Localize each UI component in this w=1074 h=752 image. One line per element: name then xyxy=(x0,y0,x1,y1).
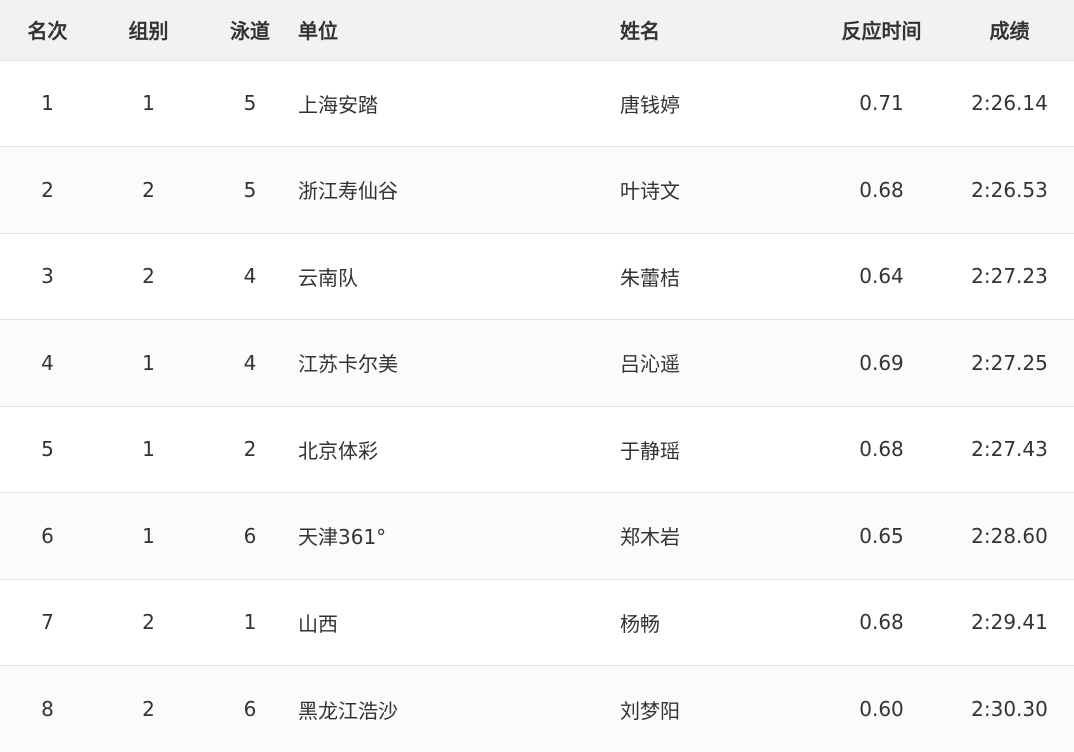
header-row: 名次 组别 泳道 单位 姓名 反应时间 成绩 xyxy=(0,0,1074,60)
cell-group: 2 xyxy=(95,233,202,320)
cell-reaction: 0.64 xyxy=(818,233,945,320)
cell-lane: 6 xyxy=(202,493,298,580)
header-unit: 单位 xyxy=(298,0,620,60)
cell-lane: 4 xyxy=(202,233,298,320)
table-row: 7 2 1 山西 杨畅 0.68 2:29.41 xyxy=(0,579,1074,666)
cell-result: 2:27.43 xyxy=(945,406,1074,493)
table-header: 名次 组别 泳道 单位 姓名 反应时间 成绩 xyxy=(0,0,1074,60)
table-row: 3 2 4 云南队 朱蕾桔 0.64 2:27.23 xyxy=(0,233,1074,320)
cell-name: 刘梦阳 xyxy=(620,666,818,752)
cell-result: 2:27.23 xyxy=(945,233,1074,320)
cell-rank: 2 xyxy=(0,147,95,234)
table-row: 4 1 4 江苏卡尔美 吕沁遥 0.69 2:27.25 xyxy=(0,320,1074,407)
cell-lane: 2 xyxy=(202,406,298,493)
header-group: 组别 xyxy=(95,0,202,60)
cell-name: 于静瑶 xyxy=(620,406,818,493)
cell-unit: 天津361° xyxy=(298,493,620,580)
cell-result: 2:26.53 xyxy=(945,147,1074,234)
cell-lane: 1 xyxy=(202,579,298,666)
cell-rank: 8 xyxy=(0,666,95,752)
cell-reaction: 0.68 xyxy=(818,406,945,493)
header-rank: 名次 xyxy=(0,0,95,60)
cell-group: 2 xyxy=(95,579,202,666)
cell-group: 2 xyxy=(95,666,202,752)
cell-rank: 5 xyxy=(0,406,95,493)
cell-unit: 江苏卡尔美 xyxy=(298,320,620,407)
cell-rank: 6 xyxy=(0,493,95,580)
cell-lane: 5 xyxy=(202,147,298,234)
cell-name: 杨畅 xyxy=(620,579,818,666)
cell-unit: 上海安踏 xyxy=(298,60,620,147)
header-lane: 泳道 xyxy=(202,0,298,60)
cell-result: 2:28.60 xyxy=(945,493,1074,580)
header-reaction: 反应时间 xyxy=(818,0,945,60)
table-row: 8 2 6 黑龙江浩沙 刘梦阳 0.60 2:30.30 xyxy=(0,666,1074,752)
cell-rank: 1 xyxy=(0,60,95,147)
cell-result: 2:30.30 xyxy=(945,666,1074,752)
table-body: 1 1 5 上海安踏 唐钱婷 0.71 2:26.14 2 2 5 浙江寿仙谷 … xyxy=(0,60,1074,752)
cell-unit: 浙江寿仙谷 xyxy=(298,147,620,234)
cell-group: 1 xyxy=(95,320,202,407)
cell-lane: 5 xyxy=(202,60,298,147)
cell-rank: 4 xyxy=(0,320,95,407)
table-row: 2 2 5 浙江寿仙谷 叶诗文 0.68 2:26.53 xyxy=(0,147,1074,234)
cell-result: 2:26.14 xyxy=(945,60,1074,147)
cell-name: 叶诗文 xyxy=(620,147,818,234)
cell-result: 2:27.25 xyxy=(945,320,1074,407)
cell-group: 1 xyxy=(95,60,202,147)
table-row: 6 1 6 天津361° 郑木岩 0.65 2:28.60 xyxy=(0,493,1074,580)
cell-name: 郑木岩 xyxy=(620,493,818,580)
header-result: 成绩 xyxy=(945,0,1074,60)
cell-result: 2:29.41 xyxy=(945,579,1074,666)
cell-reaction: 0.65 xyxy=(818,493,945,580)
cell-group: 1 xyxy=(95,493,202,580)
cell-reaction: 0.68 xyxy=(818,579,945,666)
header-name: 姓名 xyxy=(620,0,818,60)
cell-name: 朱蕾桔 xyxy=(620,233,818,320)
cell-unit: 黑龙江浩沙 xyxy=(298,666,620,752)
table-row: 5 1 2 北京体彩 于静瑶 0.68 2:27.43 xyxy=(0,406,1074,493)
cell-reaction: 0.68 xyxy=(818,147,945,234)
cell-rank: 7 xyxy=(0,579,95,666)
cell-group: 1 xyxy=(95,406,202,493)
cell-reaction: 0.71 xyxy=(818,60,945,147)
cell-reaction: 0.60 xyxy=(818,666,945,752)
cell-unit: 山西 xyxy=(298,579,620,666)
results-table: 名次 组别 泳道 单位 姓名 反应时间 成绩 1 1 5 上海安踏 唐钱婷 0.… xyxy=(0,0,1074,752)
cell-lane: 6 xyxy=(202,666,298,752)
cell-reaction: 0.69 xyxy=(818,320,945,407)
cell-unit: 北京体彩 xyxy=(298,406,620,493)
cell-rank: 3 xyxy=(0,233,95,320)
cell-unit: 云南队 xyxy=(298,233,620,320)
cell-group: 2 xyxy=(95,147,202,234)
cell-lane: 4 xyxy=(202,320,298,407)
cell-name: 唐钱婷 xyxy=(620,60,818,147)
table-row: 1 1 5 上海安踏 唐钱婷 0.71 2:26.14 xyxy=(0,60,1074,147)
cell-name: 吕沁遥 xyxy=(620,320,818,407)
